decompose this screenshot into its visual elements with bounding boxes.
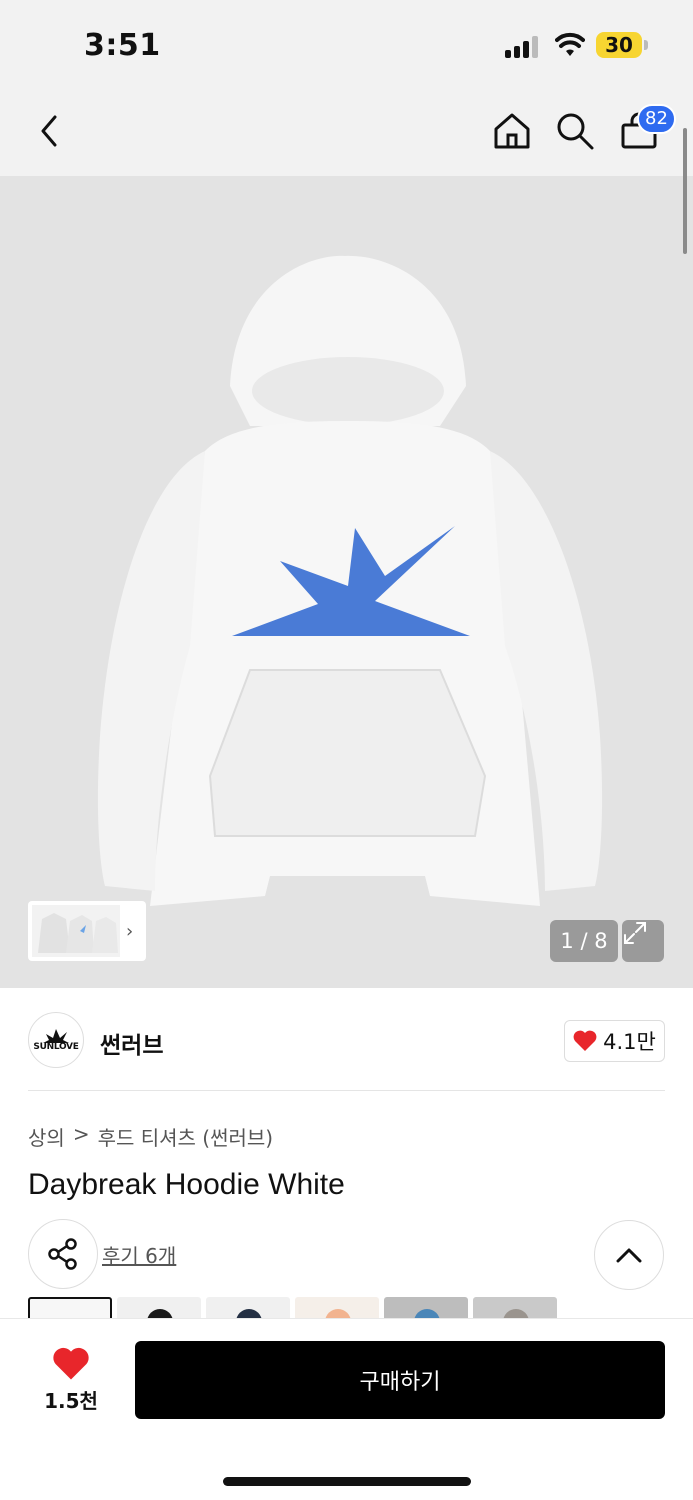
- back-icon: [41, 115, 57, 147]
- breadcrumb-subcategory[interactable]: 후드 티셔츠 (썬러브): [98, 1122, 274, 1151]
- image-pager: 1 / 8: [550, 920, 618, 962]
- status-bar: 3:51 30: [0, 0, 693, 88]
- expand-icon: [624, 922, 646, 944]
- brand-logo-text: SUNLOVE: [33, 1042, 79, 1052]
- wishlist-button[interactable]: 1.5천: [28, 1347, 114, 1417]
- color-swatch-grey[interactable]: [473, 1297, 557, 1319]
- share-icon: [48, 1238, 77, 1270]
- share-button[interactable]: [28, 1219, 98, 1289]
- search-button[interactable]: [550, 106, 600, 156]
- chevron-up-icon: [616, 1248, 642, 1263]
- battery-tip: [644, 40, 648, 50]
- color-swatch-navy[interactable]: [206, 1297, 290, 1319]
- breadcrumb-category[interactable]: 상의: [28, 1122, 65, 1151]
- color-swatch-white[interactable]: [28, 1297, 112, 1319]
- back-button[interactable]: [25, 106, 75, 156]
- expand-button[interactable]: [622, 920, 664, 962]
- thumbnail-strip-button[interactable]: ›: [28, 901, 146, 961]
- wifi-icon: [555, 32, 585, 56]
- status-time: 3:51: [84, 28, 161, 63]
- color-swatch-blue[interactable]: [384, 1297, 468, 1319]
- color-swatch-black[interactable]: [117, 1297, 201, 1319]
- product-title: Daybreak Hoodie White: [28, 1168, 345, 1201]
- divider: [28, 1090, 665, 1091]
- scroll-top-button[interactable]: [594, 1220, 664, 1290]
- breadcrumb-separator: >: [72, 1122, 90, 1146]
- home-button[interactable]: [487, 106, 537, 156]
- brand-like-count: 4.1만: [603, 1030, 656, 1054]
- thumbnail-image: [32, 905, 120, 957]
- heart-icon: [573, 1030, 597, 1051]
- search-icon: [557, 113, 594, 150]
- breadcrumb: 상의 > 후드 티셔츠 (썬러브): [28, 1122, 273, 1151]
- top-navigation: [0, 88, 693, 176]
- brand-name[interactable]: 썬러브: [100, 1026, 163, 1060]
- reviews-link[interactable]: 후기 6개: [102, 1240, 176, 1269]
- home-indicator: [223, 1477, 471, 1486]
- wishlist-count: 1.5천: [44, 1389, 98, 1413]
- bottom-action-bar: 1.5천 구매하기: [0, 1318, 693, 1500]
- product-image-gallery[interactable]: › 1 / 8: [0, 176, 693, 988]
- home-icon: [494, 113, 530, 149]
- signal-icon: [505, 34, 543, 58]
- chevron-right-icon: ›: [126, 920, 134, 942]
- battery-indicator: 30: [596, 32, 642, 58]
- brand-logo[interactable]: SUNLOVE: [28, 1012, 84, 1068]
- color-options: [28, 1297, 557, 1319]
- brand-row: SUNLOVE 썬러브 4.1만: [28, 1012, 665, 1070]
- product-image: [97, 255, 603, 906]
- buy-button[interactable]: 구매하기: [135, 1341, 665, 1419]
- cart-count-badge: 82: [637, 104, 676, 134]
- brand-like-button[interactable]: 4.1만: [564, 1020, 665, 1062]
- heart-icon: [53, 1347, 89, 1380]
- color-swatch-peach[interactable]: [295, 1297, 379, 1319]
- scroll-indicator: [683, 128, 687, 254]
